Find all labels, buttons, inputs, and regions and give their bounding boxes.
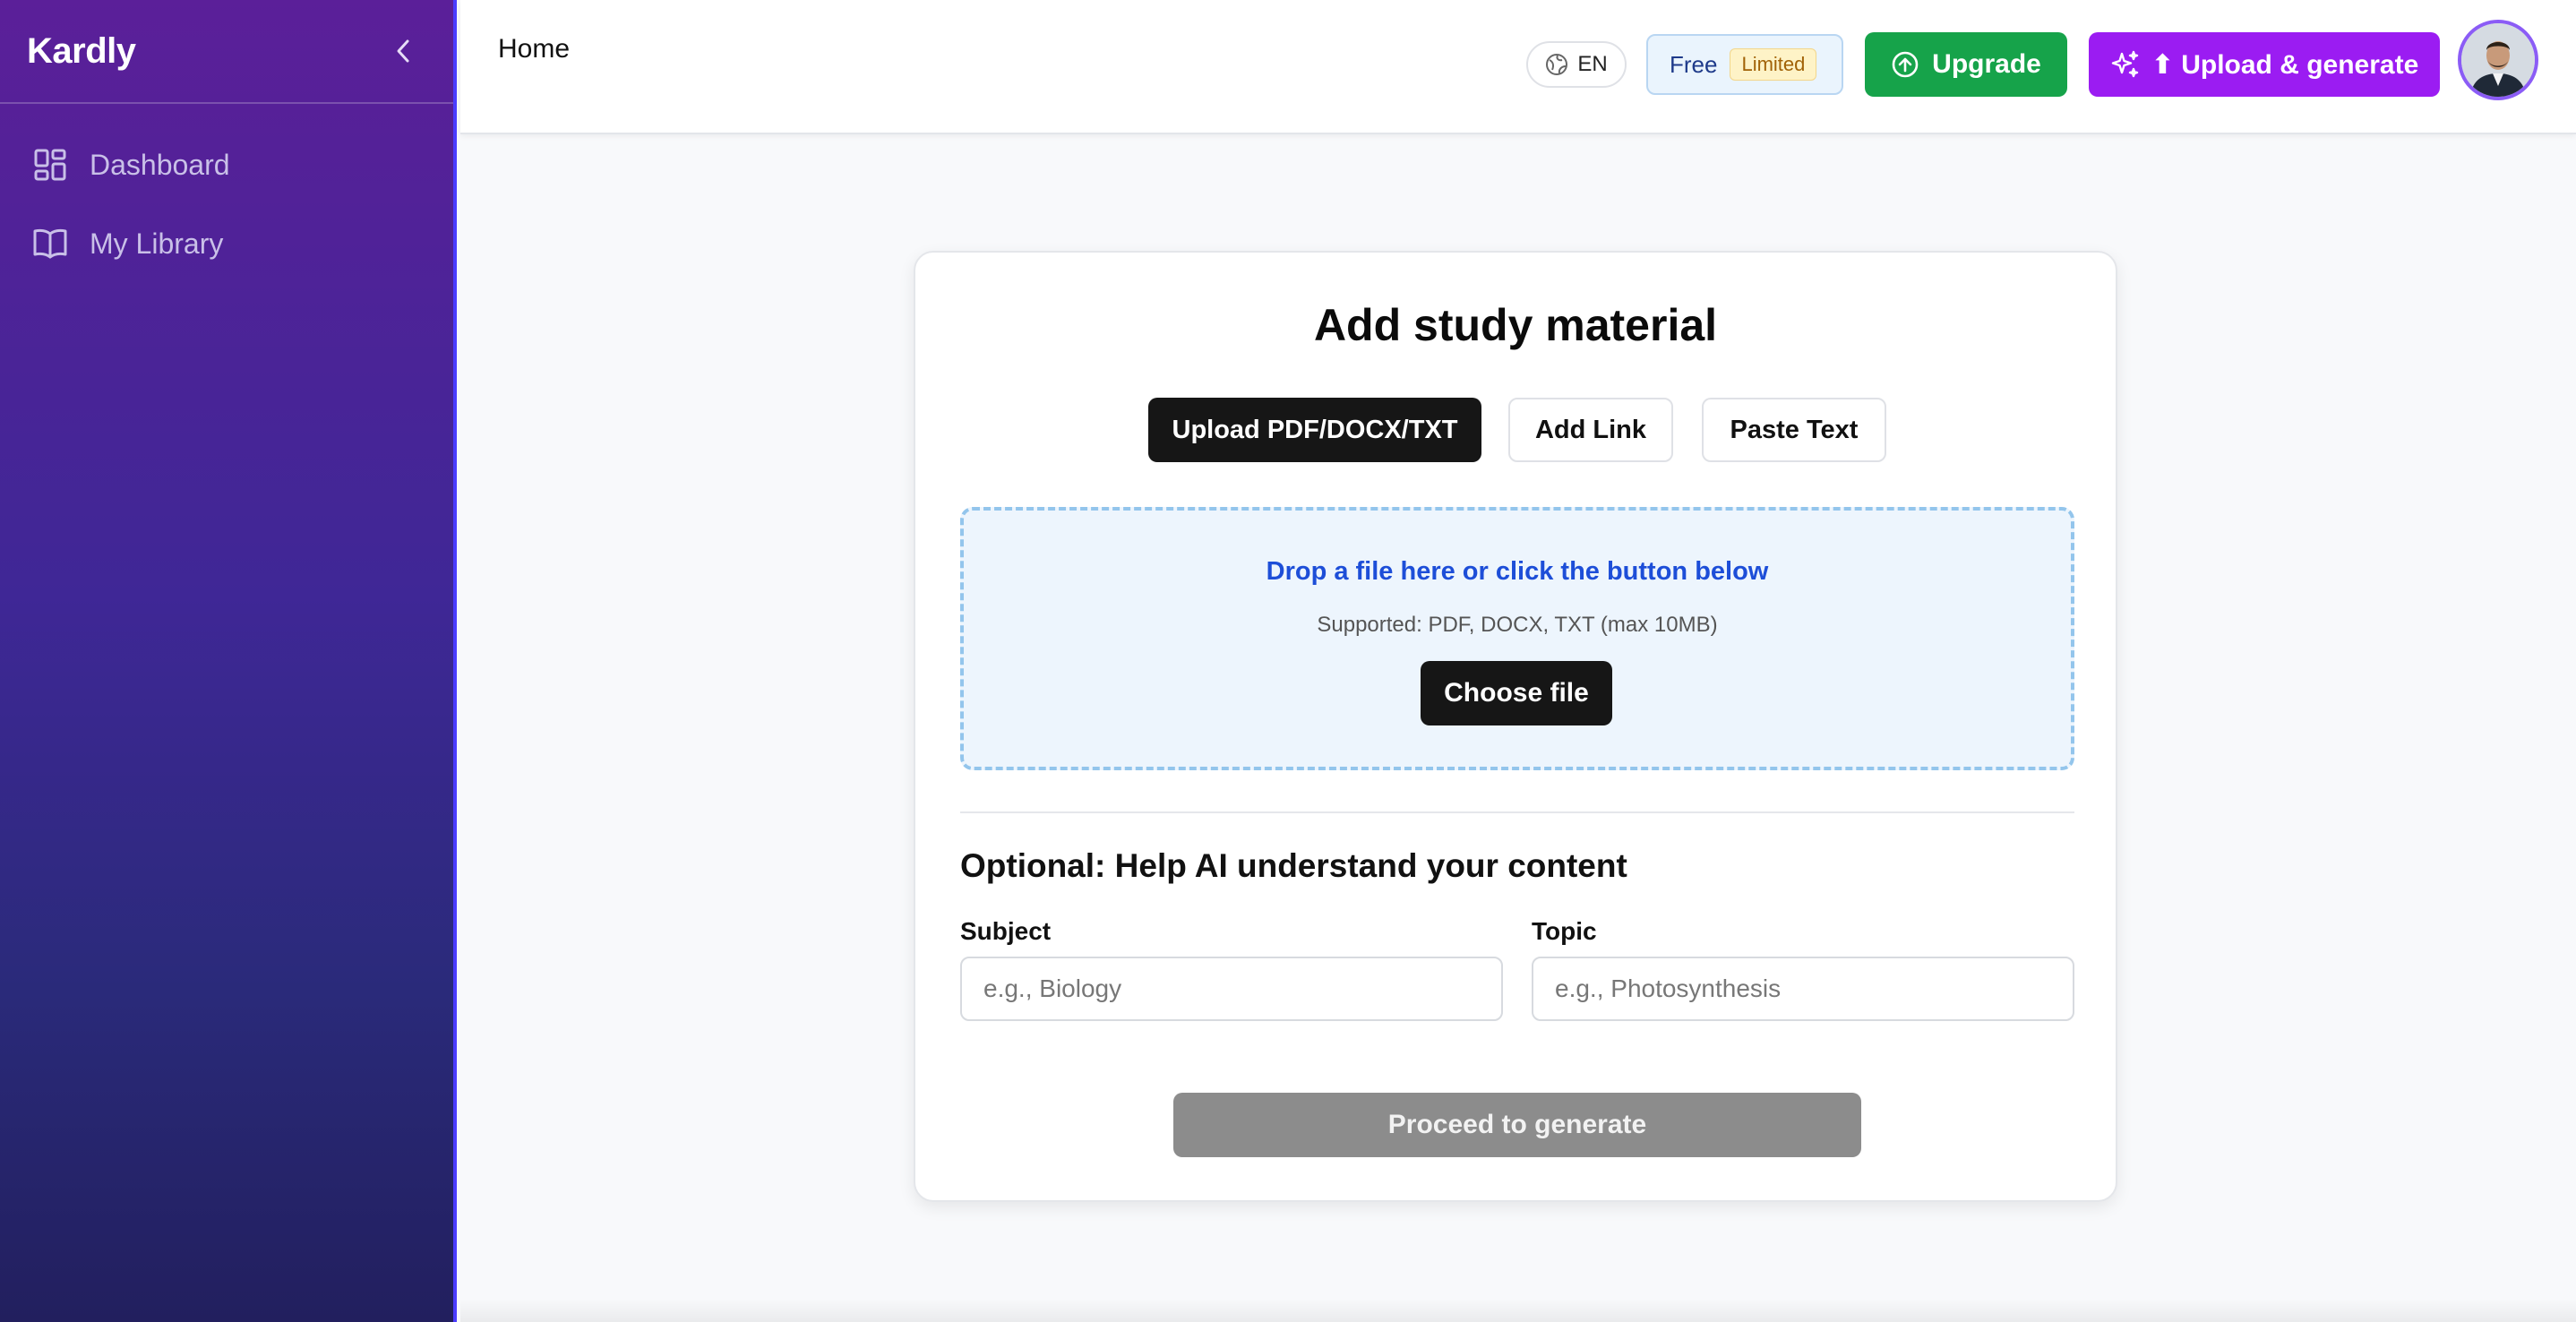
upload-generate-button[interactable]: ⬆ Upload & generate (2089, 32, 2440, 97)
sparkles-icon (2111, 50, 2138, 78)
sidebar-item-label: Dashboard (90, 148, 230, 181)
sidebar-item-dashboard[interactable]: Dashboard (0, 125, 453, 204)
section-divider (960, 811, 2074, 813)
subject-label: Subject (960, 917, 1052, 945)
collapse-sidebar-button[interactable] (387, 35, 419, 67)
language-code: EN (1577, 52, 1608, 76)
book-icon (32, 226, 68, 262)
topic-label: Topic (1532, 917, 1597, 945)
sidebar-item-label: My Library (90, 227, 224, 260)
sidebar-item-my-library[interactable]: My Library (0, 204, 453, 283)
upgrade-button[interactable]: Upgrade (1865, 32, 2067, 97)
tab-paste-text[interactable]: Paste Text (1702, 398, 1886, 462)
dashboard-icon (32, 147, 68, 183)
top-header: Home EN Free Limited Upgrade ⬆ Upload & … (460, 0, 2576, 134)
upload-generate-label: ⬆ Upload & generate (2151, 49, 2419, 80)
dropzone-instruction: Drop a file here or click the button bel… (1266, 557, 1769, 586)
page-title: Home (498, 34, 571, 64)
app-root: Kardly Dashboard My Library Home EN Free… (0, 0, 2576, 1322)
plan-name: Free (1670, 50, 1718, 78)
globe-icon (1546, 54, 1568, 75)
brand-logo: Kardly (27, 30, 136, 71)
file-dropzone[interactable]: Drop a file here or click the button bel… (960, 507, 2074, 770)
sidebar: Kardly Dashboard My Library (0, 0, 457, 1322)
tab-upload-file[interactable]: Upload PDF/DOCX/TXT (1148, 398, 1481, 462)
bottom-shadow (460, 1299, 2576, 1322)
language-selector[interactable]: EN (1526, 41, 1627, 88)
add-material-card: Add study material Upload PDF/DOCX/TXT A… (914, 251, 2117, 1202)
optional-section-heading: Optional: Help AI understand your conten… (960, 847, 1627, 884)
choose-file-button[interactable]: Choose file (1421, 661, 1612, 725)
plan-badge: Free Limited (1646, 34, 1843, 95)
subject-input[interactable] (960, 957, 1503, 1021)
tab-add-link[interactable]: Add Link (1508, 398, 1673, 462)
topic-input[interactable] (1532, 957, 2074, 1021)
sidebar-nav: Dashboard My Library (0, 104, 453, 283)
arrow-up-circle-icon (1892, 51, 1919, 78)
user-photo (2461, 23, 2535, 97)
user-avatar[interactable] (2458, 20, 2538, 100)
sidebar-brand-row: Kardly (0, 0, 453, 104)
plan-limited-badge: Limited (1730, 48, 1817, 81)
dropzone-supported-formats: Supported: PDF, DOCX, TXT (max 10MB) (1317, 613, 1718, 637)
card-title: Add study material (1313, 300, 1718, 350)
proceed-to-generate-button[interactable]: Proceed to generate (1173, 1093, 1861, 1157)
upgrade-label: Upgrade (1932, 49, 2041, 79)
chevron-left-icon (397, 39, 409, 63)
